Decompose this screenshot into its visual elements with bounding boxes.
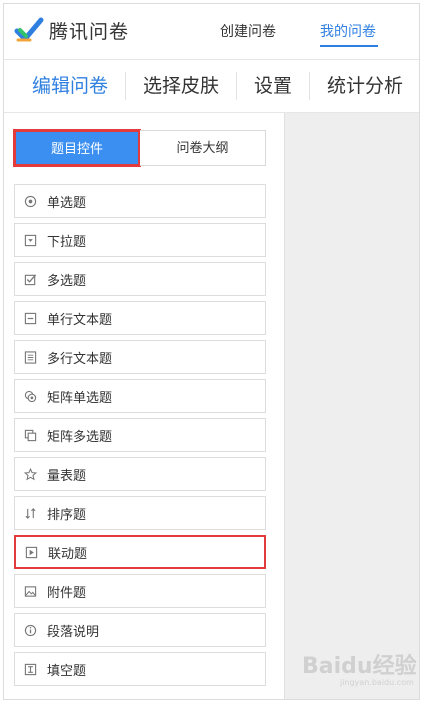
question-type-label: 附件题: [47, 585, 87, 601]
baidu-jingyan-watermark: Baidu经验 jingyan.baidu.com: [300, 644, 418, 694]
watermark-brand: Baidu经验: [302, 654, 417, 679]
checkbox-icon: [23, 272, 37, 286]
single-line-text-icon: [23, 311, 37, 325]
tab-statistics[interactable]: 统计分析: [310, 72, 419, 100]
question-type-label: 排序题: [47, 507, 87, 523]
dropdown-icon: [23, 233, 37, 247]
question-type-label: 段落说明: [47, 624, 100, 640]
question-type-label: 填空题: [47, 663, 87, 679]
question-type-label: 多选题: [47, 273, 87, 289]
linkage-icon: [24, 545, 38, 559]
question-type-label: 矩阵单选题: [47, 390, 113, 406]
nav-create-survey[interactable]: 创建问卷: [220, 21, 276, 41]
question-type-item[interactable]: 单行文本题: [14, 301, 266, 335]
question-type-item[interactable]: 多选题: [14, 262, 266, 296]
question-type-item[interactable]: 段落说明: [14, 613, 266, 647]
question-type-item[interactable]: 矩阵单选题: [14, 379, 266, 413]
question-type-item[interactable]: 量表题: [14, 457, 266, 491]
top-bar: 腾讯问卷 创建问卷 我的问卷: [4, 4, 419, 59]
editor-tabs: 编辑问卷 选择皮肤 设置 统计分析: [4, 60, 419, 112]
question-type-item[interactable]: 单选题: [14, 184, 266, 218]
app-title: 腾讯问卷: [49, 20, 130, 43]
app-window: 腾讯问卷 创建问卷 我的问卷 编辑问卷 选择皮肤 设置 统计分析 题目控件 问卷…: [3, 3, 420, 700]
tencent-survey-logo-icon: [14, 17, 44, 42]
question-type-label: 单行文本题: [47, 312, 113, 328]
question-type-label: 量表题: [47, 468, 87, 484]
survey-outline-button[interactable]: 问卷大纲: [140, 130, 266, 166]
question-type-item[interactable]: 矩阵多选题: [14, 418, 266, 452]
active-nav-underline: [320, 45, 378, 47]
tab-edit-survey[interactable]: 编辑问卷: [4, 72, 127, 100]
question-type-label: 矩阵多选题: [47, 429, 113, 445]
question-type-label: 联动题: [48, 546, 88, 562]
question-type-label: 单选题: [47, 195, 87, 211]
tab-choose-skin[interactable]: 选择皮肤: [126, 72, 238, 100]
radio-icon: [23, 194, 37, 208]
star-icon: [23, 467, 37, 481]
question-type-item-linkage[interactable]: 联动题: [14, 535, 266, 569]
attachment-image-icon: [23, 584, 37, 598]
matrix-checkbox-icon: [23, 428, 37, 442]
info-icon: [23, 623, 37, 637]
question-type-list: 单选题 下拉题 多选题 单行文本题 多行文本题 矩阵单选题 矩阵多选题 量表题 …: [14, 184, 266, 691]
question-type-item[interactable]: 附件题: [14, 574, 266, 608]
tab-settings[interactable]: 设置: [237, 72, 311, 100]
controls-panel: 题目控件 问卷大纲 单选题 下拉题 多选题 单行文本题 多行文本题 矩阵单选题 …: [4, 113, 282, 699]
logo[interactable]: 腾讯问卷: [14, 16, 129, 44]
multi-line-text-icon: [23, 350, 37, 364]
watermark-url: jingyan.baidu.com: [340, 678, 414, 687]
sort-icon: [23, 506, 37, 520]
question-type-item[interactable]: 填空题: [14, 652, 266, 686]
fill-blank-icon: [23, 662, 37, 676]
question-type-item[interactable]: 下拉题: [14, 223, 266, 257]
survey-canvas-area: [284, 113, 419, 699]
question-type-item[interactable]: 多行文本题: [14, 340, 266, 374]
question-type-item[interactable]: 排序题: [14, 496, 266, 530]
question-type-label: 多行文本题: [47, 351, 113, 367]
nav-my-surveys[interactable]: 我的问卷: [320, 21, 376, 41]
panel-segmented-control: 题目控件 问卷大纲: [13, 129, 266, 167]
matrix-radio-icon: [23, 389, 37, 403]
question-type-label: 下拉题: [47, 234, 87, 250]
question-controls-button[interactable]: 题目控件: [13, 129, 141, 167]
